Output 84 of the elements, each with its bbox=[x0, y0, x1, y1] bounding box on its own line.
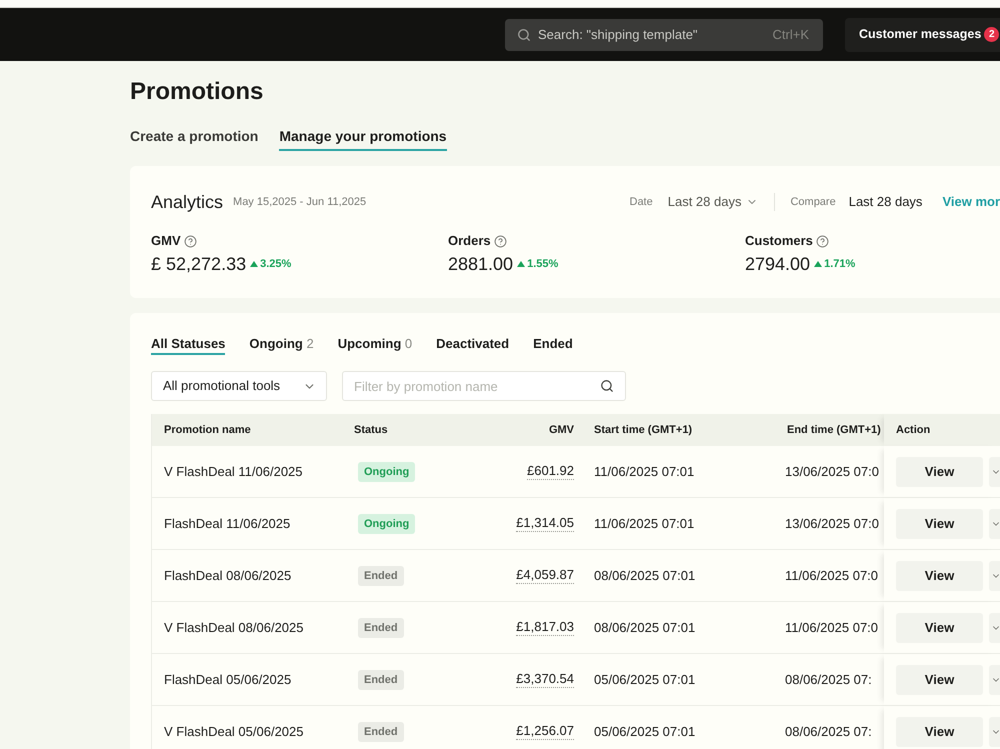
promotion-name-filter[interactable]: Filter by promotion name bbox=[342, 371, 626, 401]
end-time: 08/06/2025 07: bbox=[785, 672, 872, 687]
gmv-value: £1,314.05 bbox=[516, 515, 574, 532]
date-range: May 15,2025 - Jun 11,2025 bbox=[233, 194, 366, 210]
column-header: Action bbox=[896, 422, 930, 438]
column-header: End time (GMT+1) bbox=[787, 422, 881, 438]
search-icon bbox=[600, 379, 614, 393]
metric-change: 3.25% bbox=[260, 256, 292, 272]
status-tab[interactable]: Ongoing 2 bbox=[249, 336, 314, 355]
column-header: Start time (GMT+1) bbox=[594, 422, 692, 438]
status-badge: Ended bbox=[358, 722, 404, 742]
start-time: 05/06/2025 07:01 bbox=[594, 724, 696, 739]
start-time: 11/06/2025 07:01 bbox=[594, 464, 694, 479]
status-tab[interactable]: All Statuses bbox=[151, 336, 226, 355]
gmv-value: £3,370.54 bbox=[516, 671, 574, 688]
search-icon bbox=[517, 28, 531, 42]
status-tab[interactable]: Upcoming 0 bbox=[338, 336, 412, 355]
more-actions-button[interactable] bbox=[989, 456, 1000, 486]
status-tab[interactable]: Deactivated bbox=[436, 336, 510, 355]
more-actions-button[interactable] bbox=[989, 664, 1000, 694]
promotion-name: V FlashDeal 11/06/2025 bbox=[164, 464, 303, 479]
more-actions-button[interactable] bbox=[989, 508, 1000, 538]
promotion-name: FlashDeal 11/06/2025 bbox=[164, 516, 290, 531]
view-button[interactable]: View bbox=[896, 560, 983, 590]
more-actions-button[interactable] bbox=[989, 716, 1000, 746]
metric-label: Customers bbox=[745, 232, 813, 250]
promotion-name: FlashDeal 05/06/2025 bbox=[164, 672, 292, 687]
gmv-value: £601.92 bbox=[527, 463, 574, 480]
gmv-value: £1,817.03 bbox=[516, 619, 574, 636]
metric-change: 1.55% bbox=[527, 256, 558, 272]
column-header: Status bbox=[354, 422, 388, 438]
start-time: 08/06/2025 07:01 bbox=[594, 568, 696, 583]
end-time: 13/06/2025 07:0 bbox=[785, 464, 879, 479]
view-button[interactable]: View bbox=[896, 612, 983, 642]
page-tab[interactable]: Manage your promotions bbox=[279, 126, 447, 151]
end-time: 11/06/2025 07:0 bbox=[785, 620, 878, 635]
page-tab[interactable]: Create a promotion bbox=[130, 126, 258, 151]
start-time: 11/06/2025 07:01 bbox=[594, 516, 694, 531]
gmv-value: £1,256.07 bbox=[516, 723, 574, 740]
date-dropdown[interactable]: Last 28 days bbox=[668, 192, 758, 212]
promotion-name: FlashDeal 08/06/2025 bbox=[164, 568, 292, 583]
status-badge: Ended bbox=[358, 618, 404, 638]
analytics-title: Analytics bbox=[151, 190, 224, 214]
status-badge: Ongoing bbox=[358, 462, 416, 482]
view-button[interactable]: View bbox=[896, 664, 983, 694]
status-badge: Ended bbox=[358, 566, 404, 586]
notification-badge: 2 bbox=[984, 27, 1000, 42]
customer-messages-button[interactable]: Customer messages 2 bbox=[845, 18, 1000, 52]
help-icon bbox=[184, 234, 197, 248]
status-badge: Ended bbox=[358, 670, 404, 690]
promotion-name: V FlashDeal 05/06/2025 bbox=[164, 724, 304, 739]
help-icon bbox=[494, 234, 507, 248]
gmv-value: £4,059.87 bbox=[516, 567, 574, 584]
end-time: 13/06/2025 07:0 bbox=[785, 516, 879, 531]
view-button[interactable]: View bbox=[896, 456, 983, 486]
more-actions-button[interactable] bbox=[989, 560, 1000, 590]
column-header: Promotion name bbox=[164, 422, 251, 438]
metric-label: Orders bbox=[448, 232, 491, 250]
start-time: 05/06/2025 07:01 bbox=[594, 672, 696, 687]
metric-value: 2794.00 bbox=[745, 252, 810, 276]
page-title: Promotions bbox=[130, 77, 264, 107]
metric-label: GMV bbox=[151, 232, 181, 250]
view-button[interactable]: View bbox=[896, 508, 983, 538]
help-icon bbox=[816, 234, 829, 248]
more-actions-button[interactable] bbox=[989, 612, 1000, 642]
end-time: 08/06/2025 07: bbox=[785, 724, 872, 739]
tool-dropdown[interactable]: All promotional tools bbox=[151, 371, 327, 401]
up-triangle-icon bbox=[517, 261, 526, 267]
date-label: Date bbox=[630, 194, 653, 210]
view-button[interactable]: View bbox=[896, 716, 983, 746]
metric-value: £ 52,272.33 bbox=[151, 252, 246, 276]
column-header: GMV bbox=[548, 422, 574, 438]
up-triangle-icon bbox=[250, 261, 258, 267]
start-time: 08/06/2025 07:01 bbox=[594, 620, 696, 635]
compare-value: Last 28 days bbox=[848, 193, 922, 212]
compare-label: Compare bbox=[790, 194, 836, 210]
metric-change: 1.71% bbox=[824, 256, 856, 272]
end-time: 11/06/2025 07:0 bbox=[785, 568, 878, 583]
promotion-name: V FlashDeal 08/06/2025 bbox=[164, 620, 304, 635]
status-tab[interactable]: Ended bbox=[533, 336, 573, 355]
shortcut-hint: Ctrl+K bbox=[772, 26, 809, 42]
metric-value: 2881.00 bbox=[448, 252, 514, 276]
up-triangle-icon bbox=[814, 261, 822, 267]
status-badge: Ongoing bbox=[358, 514, 416, 534]
